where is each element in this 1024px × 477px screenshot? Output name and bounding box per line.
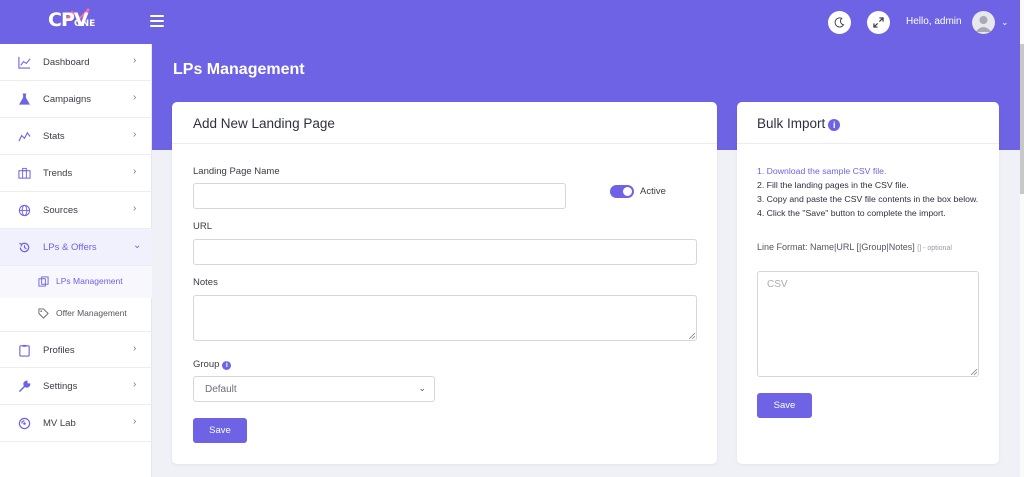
sidebar-item-sources[interactable]: Sources › [0, 192, 152, 229]
group-label: Group i [193, 359, 232, 370]
moon-icon [834, 17, 845, 28]
resize-handle-icon[interactable] [971, 369, 977, 375]
user-greeting[interactable]: Hello, admin [906, 16, 962, 27]
chevron-right-icon: › [133, 55, 137, 66]
line-format-text: Line Format: Name|URL [|Group|Notes] [757, 242, 915, 252]
instruction-step-3: 3. Copy and paste the CSV file contents … [757, 194, 979, 204]
card-title: Bulk Import i [757, 116, 841, 131]
landing-page-name-label: Landing Page Name [193, 166, 280, 177]
sidebar-item-dashboard[interactable]: Dashboard › [0, 44, 152, 81]
sidebar-item-label: Sources [43, 205, 78, 216]
sidebar-item-label: Stats [43, 131, 65, 142]
theme-toggle-button[interactable] [828, 11, 851, 34]
sidebar: Dashboard › Campaigns › Stats › Trends ›… [0, 44, 152, 477]
expand-icon [873, 17, 884, 28]
group-select[interactable]: Default ⌄ [193, 376, 435, 402]
bulk-import-card: Bulk Import i 1. Download the sample CSV … [737, 102, 999, 464]
sidebar-item-mv-lab[interactable]: MV Lab › [0, 405, 152, 442]
sidebar-item-label: Campaigns [43, 94, 92, 105]
flask-icon [19, 93, 30, 105]
instruction-step-2: 2. Fill the landing pages in the CSV fil… [757, 180, 909, 190]
globe-icon [18, 204, 31, 217]
stats-icon [18, 131, 31, 142]
card-divider [737, 143, 999, 144]
sidebar-item-label: Trends [43, 168, 73, 179]
chart-line-icon [18, 56, 31, 69]
chevron-down-icon: ⌄ [133, 240, 142, 251]
chevron-right-icon: › [133, 379, 137, 390]
sidebar-item-label: LPs & Offers [43, 242, 97, 253]
resize-handle-icon[interactable] [689, 333, 695, 339]
info-icon[interactable]: i [828, 119, 841, 131]
landing-page-name-input[interactable] [193, 183, 566, 209]
fullscreen-button[interactable] [867, 11, 890, 34]
sidebar-item-settings[interactable]: Settings › [0, 368, 152, 405]
sidebar-subitem-lps-management[interactable]: LPs Management [0, 266, 152, 298]
tag-icon [38, 308, 49, 319]
toggle-knob [623, 187, 632, 196]
logo-subtext: ONE [74, 19, 96, 29]
group-select-value: Default [205, 384, 237, 395]
clipboard-icon [19, 344, 30, 357]
chevron-right-icon: › [133, 416, 137, 427]
chevron-down-icon: ⌄ [418, 383, 426, 393]
active-label: Active [640, 186, 666, 197]
copy-icon [38, 276, 49, 287]
sidebar-item-label: MV Lab [43, 418, 76, 429]
wrench-icon [19, 380, 31, 392]
chevron-right-icon: › [133, 203, 137, 214]
trends-icon [18, 167, 31, 179]
chevron-down-icon[interactable]: ⌄ [1001, 17, 1009, 28]
hamburger-icon[interactable] [150, 15, 164, 27]
info-icon[interactable]: i [222, 361, 232, 370]
import-instructions: 1. Download the sample CSV file. 2. Fill… [757, 164, 982, 220]
sidebar-item-label: Dashboard [43, 57, 90, 68]
sidebar-item-campaigns[interactable]: Campaigns › [0, 81, 152, 118]
sidebar-item-label: Profiles [43, 345, 75, 356]
notes-label: Notes [193, 277, 218, 288]
user-avatar[interactable] [972, 11, 995, 34]
notes-textarea[interactable] [193, 295, 697, 341]
sidebar-item-trends[interactable]: Trends › [0, 155, 152, 192]
page-title: LPs Management [173, 61, 305, 78]
sidebar-item-profiles[interactable]: Profiles › [0, 331, 152, 368]
sidebar-subitem-offer-management[interactable]: Offer Management [0, 298, 152, 330]
chevron-right-icon: › [133, 166, 137, 177]
lab-icon [18, 417, 31, 430]
history-icon [19, 242, 30, 253]
card-title: Add New Landing Page [193, 116, 335, 131]
add-landing-page-card: Add New Landing Page Landing Page Name A… [172, 102, 717, 464]
url-input[interactable] [193, 239, 697, 265]
sidebar-item-lps-offers[interactable]: LPs & Offers ⌄ [0, 229, 152, 266]
bulk-import-title: Bulk Import [757, 116, 826, 131]
card-divider [172, 143, 717, 144]
user-avatar-icon [975, 16, 992, 32]
sidebar-subitem-label: Offer Management [56, 308, 127, 318]
instruction-step-4: 4. Click the "Save" button to complete t… [757, 208, 946, 218]
download-sample-link[interactable]: 1. Download the sample CSV file. [757, 164, 982, 178]
scrollbar-thumb[interactable] [1020, 44, 1024, 194]
sidebar-item-stats[interactable]: Stats › [0, 118, 152, 155]
bulk-save-button[interactable]: Save [757, 393, 812, 418]
top-navbar: CPV ONE Hello, admin ⌄ [0, 0, 1020, 44]
sidebar-subitem-label: LPs Management [56, 276, 123, 286]
active-toggle[interactable] [610, 185, 634, 198]
save-button[interactable]: Save [193, 418, 247, 443]
chevron-right-icon: › [133, 92, 137, 103]
group-label-text: Group [193, 359, 220, 370]
sidebar-item-label: Settings [43, 381, 78, 392]
line-format-hint: Line Format: Name|URL [|Group|Notes] [] … [757, 241, 985, 255]
optional-note: [] - optional [917, 245, 952, 252]
csv-textarea[interactable]: CSV [757, 271, 979, 377]
url-label: URL [193, 221, 213, 232]
csv-placeholder: CSV [767, 279, 788, 290]
chevron-right-icon: › [133, 343, 137, 354]
chevron-right-icon: › [133, 129, 137, 140]
